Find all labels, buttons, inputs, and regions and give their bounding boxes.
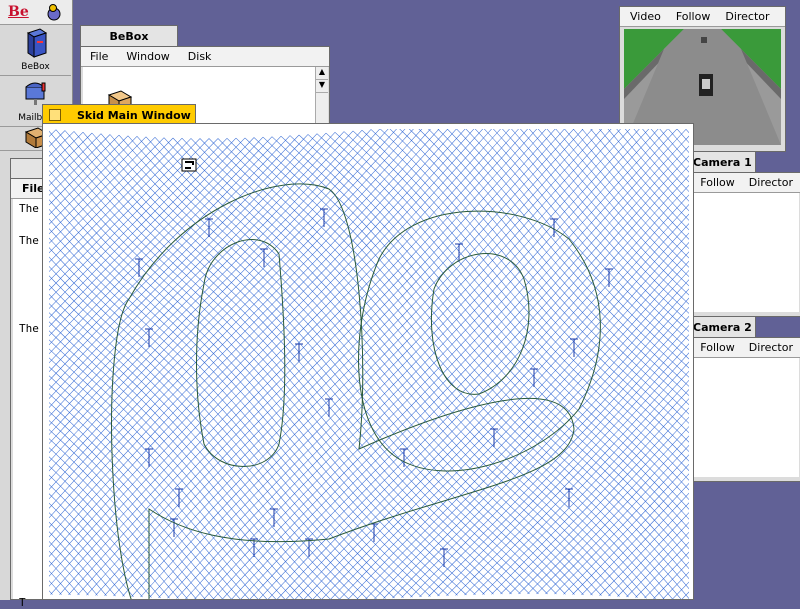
text-line: The <box>19 202 39 215</box>
camera1-view <box>685 193 799 312</box>
window-title: Camera 2 <box>693 321 752 334</box>
scroll-up-icon[interactable]: ▲ <box>316 67 328 80</box>
bebox-scrollbar[interactable]: ▲ ▼ <box>315 67 328 125</box>
bebox-window-tab[interactable]: BeBox <box>80 25 178 47</box>
window-title: BeBox <box>109 30 149 43</box>
skid-main-window <box>42 123 694 600</box>
mailbox-icon <box>25 82 45 105</box>
menu-director[interactable]: Director <box>749 341 793 354</box>
bebox-icon <box>26 28 47 58</box>
be-menu-button[interactable]: Be <box>8 4 29 20</box>
camera2-view <box>685 358 799 477</box>
camera2-window: Follow Director <box>682 337 800 482</box>
tracker-icon[interactable] <box>45 3 63 21</box>
text-line: The <box>19 234 39 247</box>
window-title: Camera 1 <box>693 156 752 169</box>
camera1-window: Follow Director <box>682 172 800 317</box>
menu-file[interactable]: File <box>90 50 108 63</box>
camera1-menubar: Follow Director <box>683 173 800 193</box>
menu-video[interactable]: Video <box>630 10 661 23</box>
camera-menubar: Video Follow Director <box>620 7 785 27</box>
menu-follow[interactable]: Follow <box>700 341 735 354</box>
menu-follow[interactable]: Follow <box>700 176 735 189</box>
file-window-tab[interactable] <box>10 158 46 180</box>
close-icon[interactable] <box>49 109 61 121</box>
menu-window[interactable]: Window <box>126 50 169 63</box>
bebox-menubar: File Window Disk <box>81 47 329 67</box>
text-line: T <box>19 596 26 609</box>
camera2-menubar: Follow Director <box>683 338 800 358</box>
window-title: Skid Main Window <box>77 109 191 122</box>
menu-director[interactable]: Director <box>749 176 793 189</box>
scroll-down-icon[interactable]: ▼ <box>316 80 328 93</box>
deskbar-item-bebox[interactable]: BeBox <box>0 25 71 76</box>
menu-disk[interactable]: Disk <box>188 50 212 63</box>
deskbar-item-label: BeBox <box>21 62 50 72</box>
menu-director[interactable]: Director <box>725 10 769 23</box>
cursor-icon <box>181 158 197 172</box>
menu-follow[interactable]: Follow <box>676 10 711 23</box>
deskbar-top: Be <box>0 0 72 25</box>
text-line: The <box>19 322 39 335</box>
track-mesh-view[interactable] <box>49 129 689 599</box>
